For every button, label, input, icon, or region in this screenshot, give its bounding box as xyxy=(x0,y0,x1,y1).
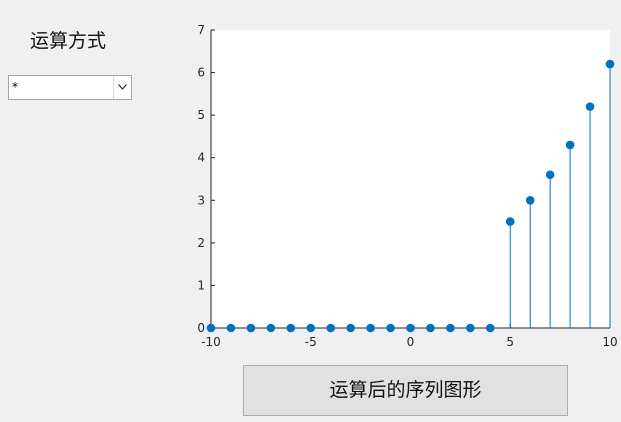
stem-marker xyxy=(545,170,555,180)
stem-marker xyxy=(525,195,535,205)
stem-marker xyxy=(486,323,495,333)
operation-label: 运算方式 xyxy=(30,30,107,52)
y-tick-label: 7 xyxy=(197,23,205,37)
stem-marker xyxy=(366,323,375,333)
stem-marker xyxy=(605,59,615,69)
x-tick-label: -5 xyxy=(305,335,317,349)
y-tick-label: 0 xyxy=(197,321,205,335)
show-result-button[interactable]: 运算后的序列图形 xyxy=(243,365,568,416)
chevron-down-icon[interactable] xyxy=(113,76,131,99)
stem-marker xyxy=(346,323,355,333)
operation-select[interactable]: * xyxy=(8,75,132,100)
stem-marker xyxy=(426,323,435,333)
stem-marker xyxy=(406,323,415,333)
stem-marker xyxy=(246,323,256,333)
stem-marker xyxy=(585,102,595,111)
stem-marker xyxy=(286,323,296,333)
y-tick-label: 6 xyxy=(197,66,205,80)
x-tick-label: 0 xyxy=(407,335,415,349)
stem-marker xyxy=(226,323,236,333)
stem-marker xyxy=(206,323,216,333)
operation-select-value: * xyxy=(12,80,18,94)
stem-marker xyxy=(565,140,575,150)
stem-marker xyxy=(326,323,335,333)
stem-marker xyxy=(446,323,455,333)
y-tick-label: 5 xyxy=(197,108,205,122)
y-tick-label: 2 xyxy=(197,236,205,250)
stem-marker xyxy=(266,323,276,333)
x-tick-label: 5 xyxy=(506,335,514,349)
y-tick-label: 3 xyxy=(197,193,205,207)
y-tick-label: 1 xyxy=(197,278,205,292)
stem-marker xyxy=(386,323,395,333)
stem-marker xyxy=(505,217,515,226)
x-tick-label: -10 xyxy=(201,335,221,349)
stem-marker xyxy=(466,323,475,333)
x-tick-label: 10 xyxy=(602,335,617,349)
stem-marker xyxy=(306,323,316,333)
stem-chart: 0 1 2 3 4 5 6 7 -10 -5 0 5 10 xyxy=(197,23,617,349)
y-tick-label: 4 xyxy=(197,151,205,165)
